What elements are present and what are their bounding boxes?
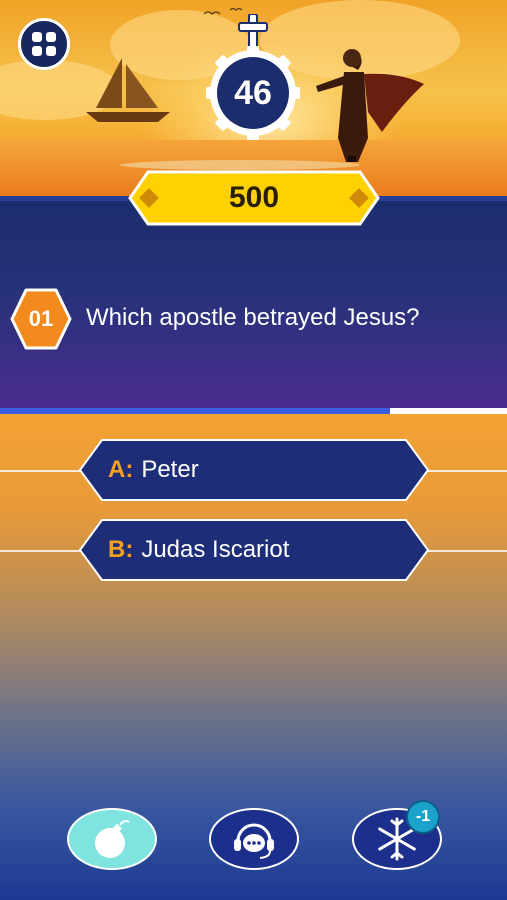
freeze-count-badge: -1 — [406, 800, 440, 834]
help-powerup-button[interactable] — [209, 808, 299, 870]
question-text: Which apostle betrayed Jesus? — [86, 304, 420, 331]
bomb-powerup-button[interactable] — [67, 808, 157, 870]
answer-b[interactable]: B: Judas Iscariot — [108, 518, 289, 582]
headset-chat-icon — [234, 823, 274, 859]
jesus-figure-icon — [316, 49, 424, 162]
answer-b-text: Judas Iscariot — [141, 536, 290, 563]
sailboat-icon — [86, 58, 170, 122]
answer-a-text: Peter — [141, 456, 199, 483]
menu-button[interactable] — [18, 18, 70, 70]
bomb-icon — [95, 820, 130, 858]
score-value: 500 — [228, 181, 280, 214]
grid-icon — [32, 32, 56, 56]
answer-a-letter: A: — [108, 456, 134, 483]
timer-value: 46 — [234, 73, 272, 112]
answer-a[interactable]: A: Peter — [108, 438, 199, 502]
question-number: 01 — [28, 306, 54, 331]
answer-b-letter: B: — [108, 536, 134, 563]
